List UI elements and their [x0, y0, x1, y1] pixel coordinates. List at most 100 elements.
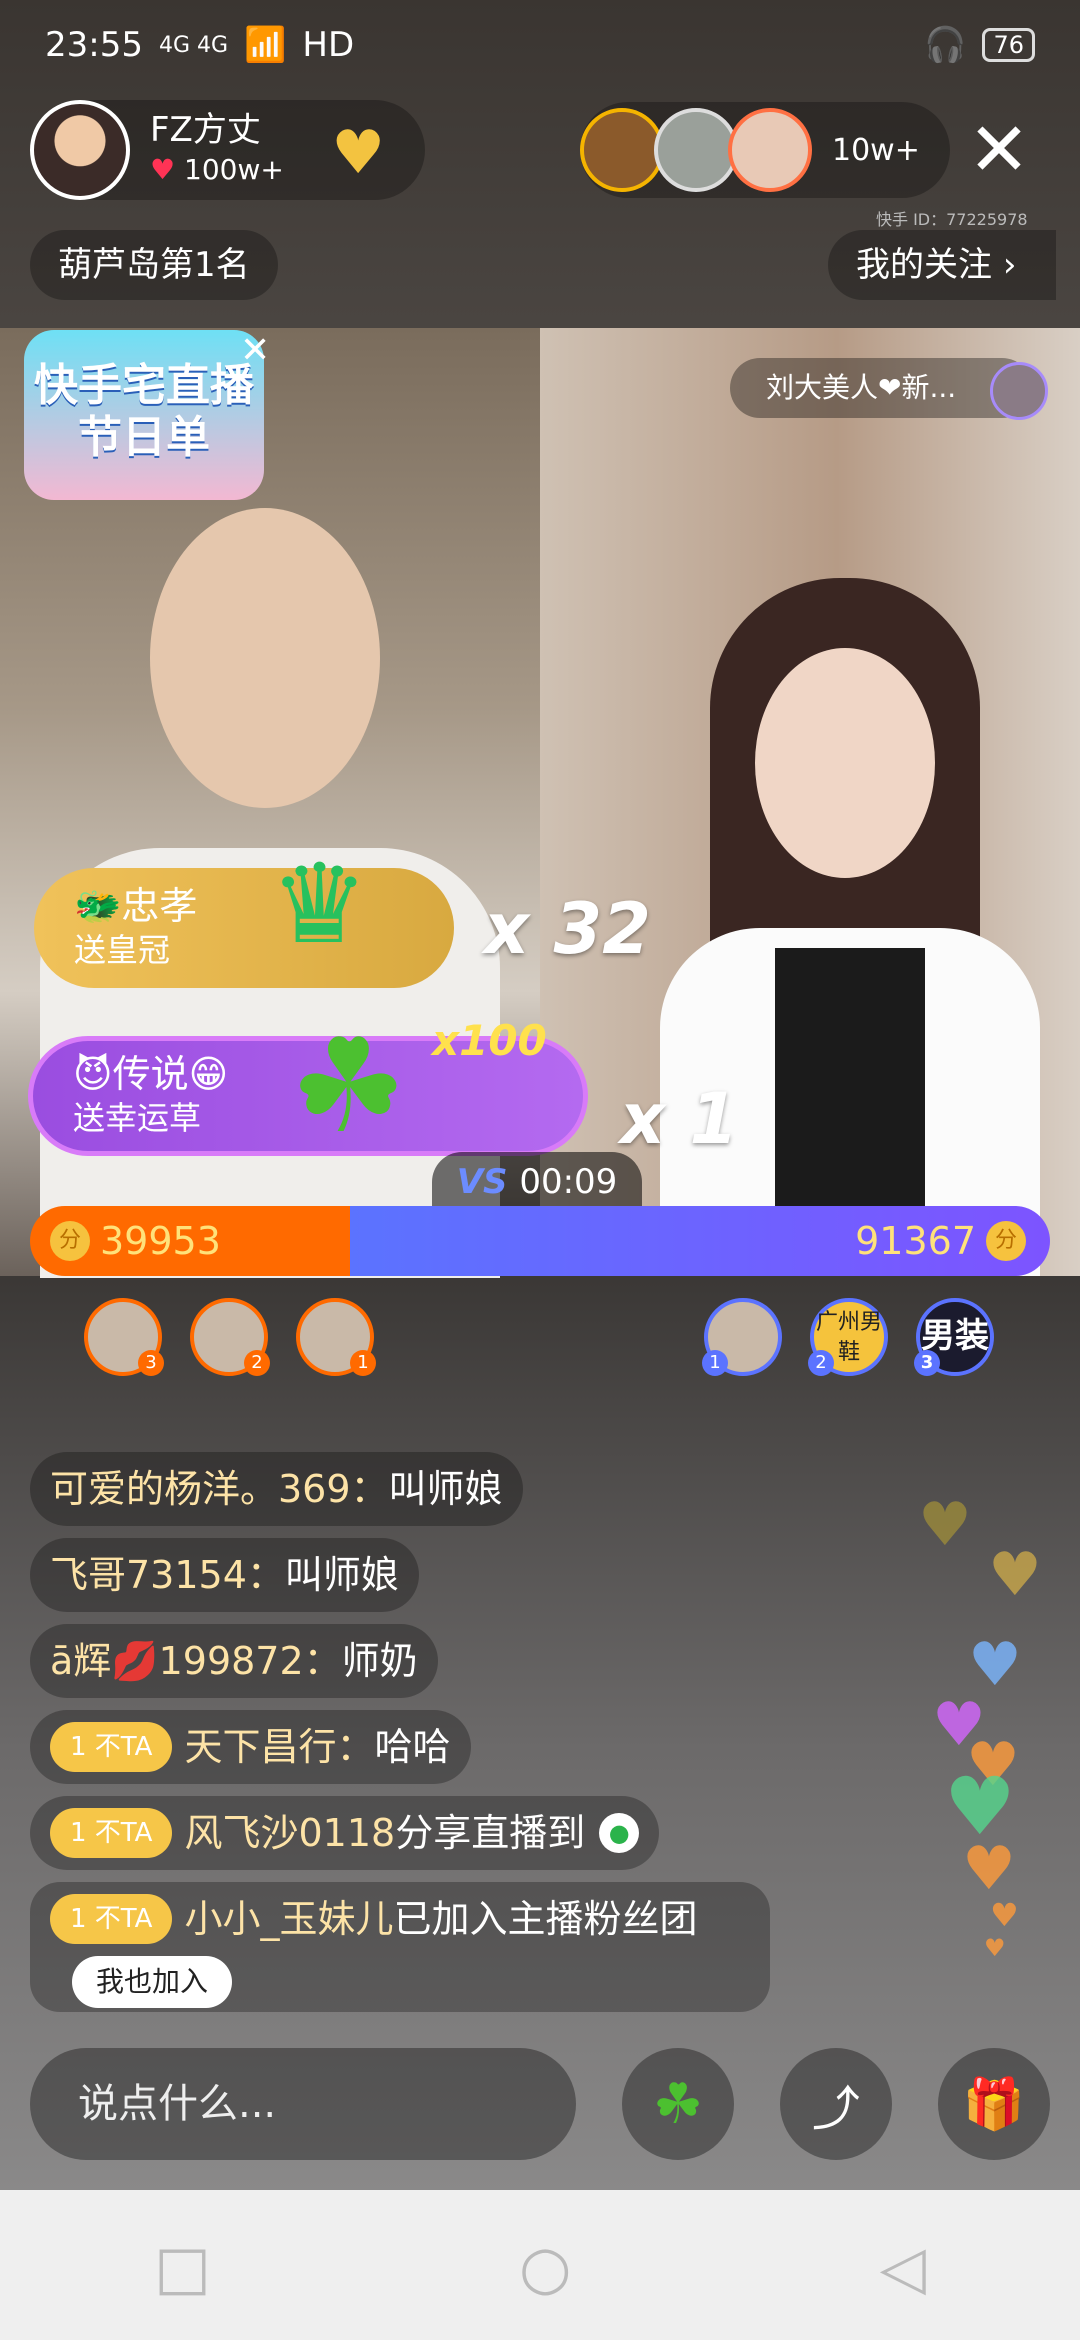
headphones-icon: 🎧 — [924, 25, 967, 65]
fan-badge: 1 不TA — [50, 1894, 173, 1944]
rank-badge[interactable]: 葫芦岛第1名 — [30, 230, 278, 300]
chat-nick: 风飞沙0118 — [184, 1811, 396, 1855]
rank-badge-num: 3 — [138, 1350, 164, 1376]
festival-text: 快手宅直播 节日单 — [34, 360, 254, 463]
heart-icon: ♥ — [150, 153, 176, 186]
chat-message[interactable]: ā辉💋199872： 师奶 — [30, 1624, 438, 1698]
viewer-count[interactable]: 10w+ — [832, 133, 920, 168]
clover-button[interactable]: ☘ — [622, 2048, 734, 2160]
chat-text: 哈哈 — [374, 1725, 451, 1769]
devil-icon: 😈 — [73, 1052, 113, 1096]
festival-banner[interactable]: 快手宅直播 节日单 — [24, 330, 264, 500]
rank-badge-num: 1 — [702, 1350, 728, 1376]
gift-sender: 传说😁 — [112, 1052, 229, 1096]
chat-nick: 天下昌行： — [184, 1725, 375, 1769]
rank-badge-num: 3 — [914, 1350, 940, 1376]
gift-notice-crown: 🐲忠孝 送皇冠 — [34, 868, 454, 988]
timer-text: 00:09 — [519, 1162, 618, 1202]
gift-sender: 忠孝 — [121, 884, 198, 928]
network-label: HD — [302, 25, 355, 65]
chat-text: 师奶 — [341, 1639, 418, 1683]
chat-nick: ā辉💋199872： — [50, 1639, 342, 1683]
clock: 23:55 — [45, 25, 143, 65]
coin-icon: 分 — [50, 1221, 90, 1261]
floating-heart-icon: ♥ — [988, 1540, 1042, 1610]
right-supporter-avatar[interactable]: 1 — [702, 1298, 782, 1376]
dragon-icon: 🐲 — [74, 884, 122, 928]
viewer-avatar[interactable] — [580, 108, 664, 192]
pk-score-bar: 分 39953 91367 分 — [30, 1206, 1050, 1276]
close-icon[interactable]: ✕ — [968, 110, 1030, 190]
coin-icon: 分 — [986, 1221, 1026, 1261]
chat-text: 已加入主播粉丝团 — [393, 1897, 698, 1941]
fan-badge: 1 不TA — [50, 1808, 173, 1858]
rank-badge-num: 2 — [244, 1350, 270, 1376]
rank-badge-num: 1 — [350, 1350, 376, 1376]
clover-gift-icon: ☘ — [290, 1010, 407, 1162]
fan-badge: 1 不TA — [50, 1722, 173, 1772]
gift-desc: 送皇冠 — [74, 931, 171, 969]
viewer-avatar[interactable] — [728, 108, 812, 192]
join-fan-club-button[interactable]: 我也加入 — [72, 1956, 233, 2008]
gift-button[interactable]: 🎁 — [938, 2048, 1050, 2160]
partner-face — [755, 648, 935, 878]
rank-badge-num: 2 — [808, 1350, 834, 1376]
winged-heart-icon[interactable]: ♥ — [331, 118, 385, 188]
kuaishou-id: 快手 ID：77225978 — [876, 210, 1028, 229]
right-supporter-avatar[interactable]: 男装 3 — [914, 1298, 994, 1376]
floating-heart-icon: ♥ — [990, 1896, 1019, 1934]
host-info[interactable]: FZ方丈 ♥ 100w+ ♥ — [30, 100, 425, 200]
viewer-avatar[interactable] — [654, 108, 738, 192]
system-nav-bar: □ ○ ◁ — [0, 2196, 1080, 2340]
chat-text: 叫师娘 — [388, 1467, 503, 1511]
chat-message[interactable]: 1 不TA 天下昌行： 哈哈 — [30, 1710, 471, 1784]
right-score-segment: 91367 分 — [350, 1206, 1050, 1276]
back-icon[interactable]: ◁ — [880, 2233, 926, 2303]
floating-heart-icon: ♥ — [962, 1834, 1016, 1904]
signal-icon: 4G 4G — [158, 32, 229, 58]
wifi-icon: 📶 — [244, 25, 287, 65]
crown-icon: ♛ — [270, 840, 369, 968]
host-avatar[interactable] — [30, 100, 130, 200]
partner-label[interactable]: 刘大美人❤新... — [730, 358, 1033, 418]
banner-close-icon[interactable]: ✕ — [240, 330, 270, 371]
vs-icon: VS — [456, 1162, 520, 1202]
wechat-icon: ● — [599, 1813, 640, 1853]
follow-label: 我的关注 — [856, 245, 992, 285]
chat-nick: 飞哥73154： — [50, 1553, 285, 1597]
gift-desc: 送幸运草 — [73, 1099, 202, 1137]
left-supporter-avatar[interactable]: 2 — [190, 1298, 270, 1376]
gift-bonus: x100 — [432, 1016, 547, 1065]
chat-nick: 可爱的杨洋。369： — [50, 1467, 389, 1511]
battery-indicator: 76 — [982, 28, 1035, 62]
viewer-list[interactable]: 10w+ — [580, 102, 950, 198]
host-name: FZ方丈 — [150, 110, 261, 150]
chat-text: 分享直播到 — [395, 1811, 586, 1855]
host-face — [150, 508, 380, 808]
comment-input[interactable]: 说点什么... — [30, 2048, 576, 2160]
partner-avatar[interactable] — [990, 362, 1048, 420]
gift-multiplier: x 1 — [620, 1078, 739, 1160]
gift-multiplier: x 32 — [484, 888, 651, 970]
left-score: 39953 — [100, 1219, 221, 1263]
left-supporter-avatar[interactable]: 3 — [84, 1298, 164, 1376]
pk-timer: VS 00:09 — [432, 1152, 642, 1212]
host-likes: 100w+ — [184, 153, 284, 186]
right-supporter-avatar[interactable]: 广州男鞋 2 — [808, 1298, 888, 1376]
right-score: 91367 — [855, 1219, 976, 1263]
floating-heart-icon: ♥ — [984, 1934, 1006, 1962]
recent-apps-icon[interactable]: □ — [154, 2233, 211, 2303]
chat-message[interactable]: 可爱的杨洋。369： 叫师娘 — [30, 1452, 523, 1526]
my-follow-button[interactable]: 我的关注 › — [828, 230, 1057, 300]
status-bar: 23:55 4G 4G 📶 HD 🎧 76 — [0, 0, 1080, 90]
chevron-right-icon: › — [1002, 245, 1017, 285]
chat-text: 叫师娘 — [284, 1553, 399, 1597]
home-icon[interactable]: ○ — [519, 2233, 571, 2303]
left-supporter-avatar[interactable]: 1 — [296, 1298, 376, 1376]
chat-message[interactable]: 飞哥73154： 叫师娘 — [30, 1538, 419, 1612]
chat-nick: 小小_玉妹儿 — [184, 1897, 394, 1941]
floating-heart-icon: ♥ — [918, 1490, 972, 1560]
share-button[interactable]: ⤴ — [780, 2048, 892, 2160]
chat-message[interactable]: 1 不TA 风飞沙0118 分享直播到 ● — [30, 1796, 660, 1870]
left-score-segment: 分 39953 — [30, 1206, 351, 1276]
